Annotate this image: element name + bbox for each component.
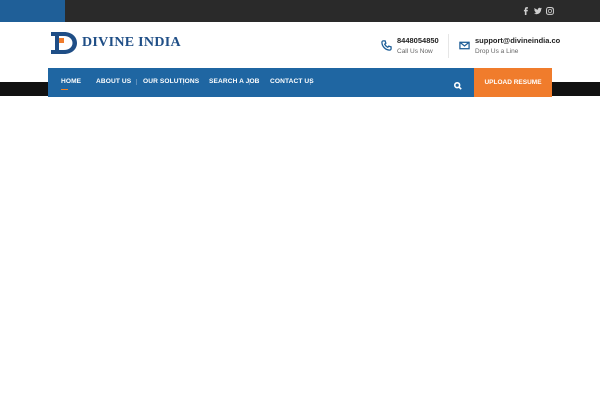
nav-item-about-us[interactable]: ABOUT US [96,78,131,85]
logo-mark-icon [51,32,77,54]
contact-divider [448,34,449,58]
phone-contact[interactable]: 8448054850 Call Us Now [381,36,439,57]
envelope-icon [459,38,473,52]
top-bar-accent [0,0,65,22]
nav-item-home[interactable]: HOME [61,78,81,85]
upload-resume-button[interactable]: UPLOAD RESUME [474,68,552,97]
nav-item-our-solutions[interactable]: OUR SOLUTIONS [143,78,199,85]
nav-separator [136,79,137,85]
search-icon[interactable] [454,77,464,90]
email-contact[interactable]: support@divineindia.co Drop Us a Line [459,36,560,57]
phone-number: 8448054850 [397,36,439,45]
email-address: support@divineindia.co [475,36,561,45]
nav-item-search-a-job[interactable]: SEARCH A JOB [209,78,260,85]
main-content-area [0,97,600,400]
nav-item-contact-us[interactable]: CONTACT US [270,78,314,85]
twitter-icon[interactable] [532,5,544,17]
phone-caption: Call Us Now [397,48,433,55]
top-bar [0,0,600,22]
instagram-icon[interactable] [544,5,556,17]
site-logo[interactable]: DIVINE INDIA [48,30,181,56]
logo-text: DIVINE INDIA [82,35,181,50]
active-nav-indicator [61,89,68,90]
email-caption: Drop Us a Line [475,48,519,55]
facebook-icon[interactable] [520,5,532,17]
phone-icon [381,38,395,52]
